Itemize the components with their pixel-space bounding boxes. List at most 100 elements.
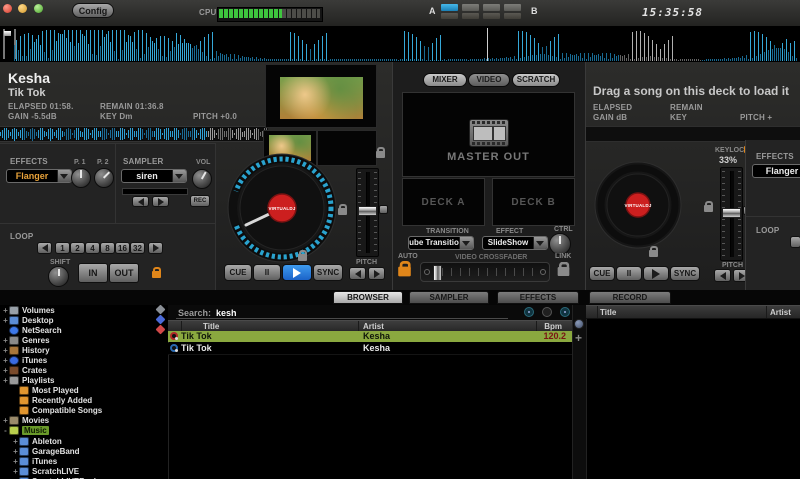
tab-video[interactable]: VIDEO bbox=[468, 73, 510, 87]
waveform-zoom-handle[interactable] bbox=[4, 31, 11, 36]
deck-a-pitch-handle[interactable] bbox=[358, 206, 377, 216]
deck-b-pitch-bend-down-button[interactable] bbox=[714, 269, 731, 282]
zoom-window-icon[interactable] bbox=[34, 4, 43, 13]
deck-a-loop-half-button[interactable] bbox=[37, 242, 52, 254]
table-row[interactable]: Tik Tok Kesha bbox=[168, 343, 572, 355]
deck-a-p1-knob[interactable] bbox=[71, 168, 91, 188]
expander[interactable]: + bbox=[2, 316, 9, 325]
expander[interactable]: + bbox=[2, 336, 9, 345]
deck-b-effect-select[interactable]: Flanger bbox=[752, 164, 800, 178]
sidebar-tool-icon[interactable] bbox=[156, 315, 166, 325]
deck-a-wheel-lock-icon[interactable] bbox=[338, 208, 347, 215]
deck-b-cue-button[interactable]: CUE bbox=[589, 266, 615, 281]
deck-b-pitch-slider[interactable] bbox=[720, 167, 743, 261]
deck-a-loop-double-button[interactable] bbox=[148, 242, 163, 254]
waveform-overview[interactable] bbox=[14, 28, 798, 61]
sidebar-item-playlists[interactable]: +Playlists bbox=[2, 375, 54, 385]
tab-browser[interactable]: BROWSER bbox=[333, 291, 403, 304]
sidebar-item-recently-added[interactable]: Recently Added bbox=[12, 395, 92, 405]
dropdown-arrow-icon[interactable] bbox=[533, 237, 547, 249]
expander[interactable]: + bbox=[2, 416, 9, 425]
deck-b-pause-button[interactable]: II bbox=[616, 266, 642, 281]
deck-b-sync-button[interactable]: SYNC bbox=[670, 266, 700, 281]
add-to-sidelist-icon[interactable]: + bbox=[575, 331, 582, 345]
search-input[interactable]: kesh bbox=[216, 308, 237, 318]
deck-a-pitch-bend-down-button[interactable] bbox=[349, 267, 366, 280]
deck-a-loop-1-button[interactable]: 1 bbox=[55, 242, 70, 254]
sidebar-tool-icon[interactable] bbox=[156, 305, 166, 314]
netsearch-filter-icon[interactable] bbox=[524, 307, 534, 317]
deck-a-pitch-reset-button[interactable] bbox=[379, 205, 388, 214]
deck-a-jog-wheel[interactable]: VIRTUALDJ bbox=[227, 153, 337, 263]
expander[interactable]: + bbox=[12, 437, 19, 446]
deck-a-vol-knob[interactable] bbox=[192, 169, 212, 189]
expander[interactable]: + bbox=[2, 376, 9, 385]
deck-a-loop-lock-icon[interactable] bbox=[152, 271, 161, 278]
deck-a-video-slot[interactable]: DECK A bbox=[402, 178, 485, 226]
sidebar-item-genres[interactable]: +Genres bbox=[2, 335, 50, 345]
deck-a-lock-icon[interactable] bbox=[298, 254, 307, 261]
sidebar-item-ableton[interactable]: +Ableton bbox=[12, 436, 62, 446]
deck-b-pitch-handle[interactable] bbox=[722, 208, 741, 218]
ctrl-knob[interactable] bbox=[549, 233, 571, 255]
column-artist[interactable]: Artist bbox=[363, 322, 384, 331]
sidebar-item-volumes[interactable]: +Volumes bbox=[2, 305, 55, 315]
deck-a-play-button[interactable] bbox=[282, 264, 312, 281]
dropdown-arrow-icon[interactable] bbox=[57, 170, 71, 182]
minimize-window-icon[interactable] bbox=[18, 4, 27, 13]
deck-a-loop-out-button[interactable]: OUT bbox=[109, 263, 139, 283]
transition-select[interactable]: ube Transitio bbox=[408, 236, 474, 250]
tab-mixer[interactable]: MIXER bbox=[423, 73, 467, 87]
deck-a-loop-4-button[interactable]: 4 bbox=[85, 242, 100, 254]
deck-b-loop-button-fragment[interactable] bbox=[790, 236, 800, 248]
table-row-selected[interactable]: Tik Tok Kesha 120.2 bbox=[168, 331, 572, 342]
deck-a-loop-2-button[interactable]: 2 bbox=[70, 242, 85, 254]
dropdown-arrow-icon[interactable] bbox=[459, 237, 473, 249]
deck-a-rhythm-strip[interactable] bbox=[0, 126, 268, 142]
history-list-icon[interactable] bbox=[574, 319, 584, 329]
deck-a-effect-select[interactable]: Flanger bbox=[6, 169, 72, 183]
expander[interactable]: + bbox=[2, 346, 9, 355]
deck-a-sampler-select[interactable]: siren bbox=[121, 169, 187, 183]
expander[interactable]: + bbox=[2, 356, 9, 365]
deck-a-loop-in-button[interactable]: IN bbox=[78, 263, 108, 283]
tab-scratch[interactable]: SCRATCH bbox=[512, 73, 560, 87]
options-icon[interactable] bbox=[560, 307, 570, 317]
dropdown-arrow-icon[interactable] bbox=[172, 170, 186, 182]
deck-b-jog-wheel[interactable]: VIRTUALDJ bbox=[593, 160, 683, 250]
column-bpm[interactable]: Bpm bbox=[544, 322, 562, 331]
note-icon[interactable] bbox=[542, 307, 552, 317]
deck-a-loop-32-button[interactable]: 32 bbox=[130, 242, 145, 254]
auto-lock-icon[interactable] bbox=[398, 267, 411, 277]
deck-a-sync-button[interactable]: SYNC bbox=[313, 264, 343, 281]
sidebar-item-scratchlive[interactable]: +ScratchLIVE bbox=[12, 466, 79, 476]
sidebar-item-history[interactable]: +History bbox=[2, 345, 50, 355]
expander[interactable]: + bbox=[12, 447, 19, 456]
sidelist-column-artist[interactable]: Artist bbox=[770, 308, 791, 317]
sidebar-item-crates[interactable]: +Crates bbox=[2, 365, 47, 375]
deck-b-wheel-lock-icon[interactable] bbox=[704, 205, 713, 212]
tab-effects[interactable]: EFFECTS bbox=[497, 291, 579, 304]
tab-sampler[interactable]: SAMPLER bbox=[409, 291, 489, 304]
sidebar-item-movies[interactable]: +Movies bbox=[2, 415, 49, 425]
sidelist-column-title[interactable]: Title bbox=[600, 308, 616, 317]
sidebar-item-music[interactable]: -Music bbox=[2, 425, 49, 435]
video-crossfader[interactable] bbox=[420, 262, 550, 282]
sidebar-item-netsearch[interactable]: NetSearch bbox=[2, 325, 62, 335]
config-button[interactable]: Config bbox=[72, 3, 114, 18]
sidebar-item-itunes[interactable]: +iTunes bbox=[2, 355, 47, 365]
deck-a-shift-knob[interactable] bbox=[48, 266, 69, 287]
deck-a-pitch-bend-up-button[interactable] bbox=[368, 267, 385, 280]
sidebar-tool-icon[interactable] bbox=[156, 325, 166, 335]
sidebar-item-most-played[interactable]: Most Played bbox=[12, 385, 79, 395]
deck-a-cue-button[interactable]: CUE bbox=[224, 264, 252, 281]
expander[interactable]: - bbox=[2, 426, 9, 435]
video-effect-select[interactable]: SlideShow bbox=[482, 236, 548, 250]
deck-a-sampler-next-button[interactable] bbox=[152, 196, 169, 207]
sidebar-item-desktop[interactable]: +Desktop bbox=[2, 315, 54, 325]
tab-record[interactable]: RECORD bbox=[589, 291, 671, 304]
expander[interactable]: + bbox=[2, 366, 9, 375]
sidebar-item-itunes-folder[interactable]: +iTunes bbox=[12, 456, 57, 466]
deck-b-lock-icon[interactable] bbox=[649, 250, 658, 257]
close-window-icon[interactable] bbox=[3, 4, 12, 13]
